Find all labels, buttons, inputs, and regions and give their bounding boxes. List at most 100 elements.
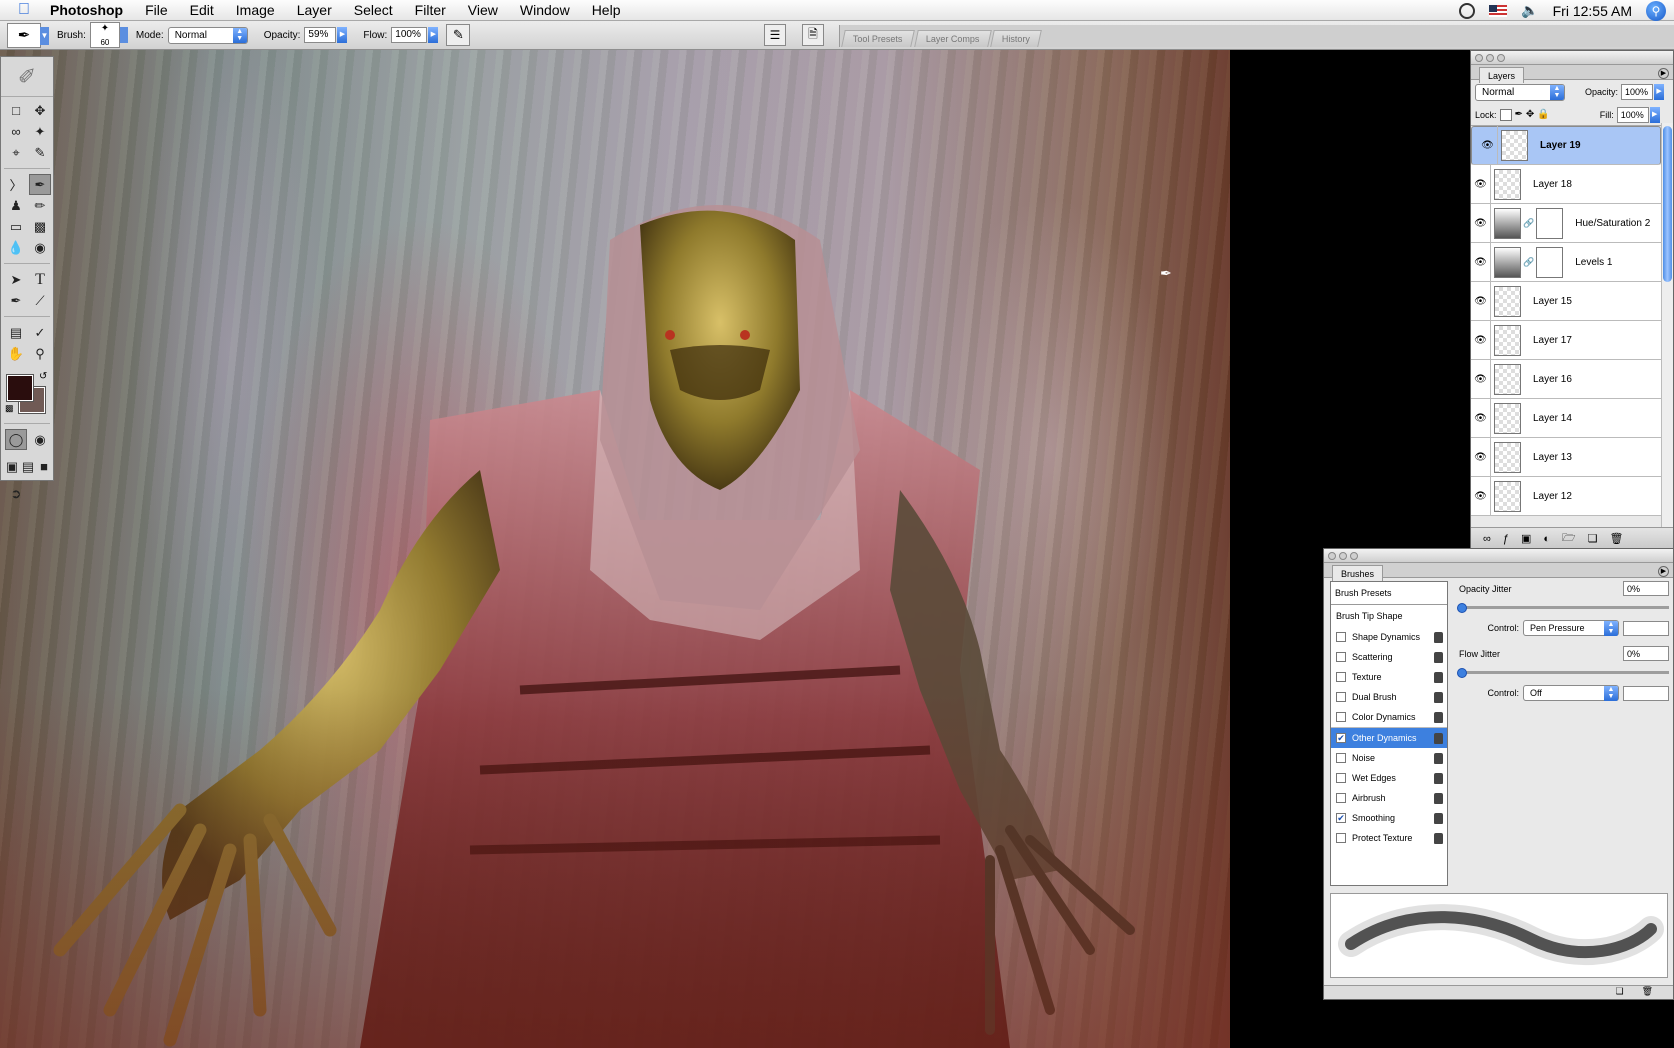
- scrollbar-thumb[interactable]: [1663, 126, 1672, 282]
- new-layer-icon[interactable]: ❏: [1588, 532, 1598, 545]
- lock-icon[interactable]: [1434, 832, 1443, 844]
- layer-opacity-field[interactable]: 100%: [1621, 84, 1654, 100]
- option-checkbox[interactable]: [1336, 672, 1346, 682]
- dodge-tool-icon[interactable]: ◉: [29, 237, 51, 258]
- magic-wand-tool-icon[interactable]: ✦: [29, 121, 51, 142]
- flow-slider-arrow[interactable]: ▶: [428, 27, 439, 43]
- option-checkbox[interactable]: [1336, 833, 1346, 843]
- visibility-eye-icon[interactable]: 👁: [1471, 281, 1491, 321]
- zoom-icon[interactable]: [1350, 552, 1358, 560]
- menu-layer[interactable]: Layer: [286, 0, 343, 21]
- menu-window[interactable]: Window: [509, 0, 581, 21]
- input-flag-icon[interactable]: [1489, 4, 1508, 17]
- lock-icon[interactable]: [1434, 671, 1443, 683]
- brush-option-item[interactable]: Color Dynamics: [1331, 707, 1447, 727]
- well-tab-tool-presets[interactable]: Tool Presets: [841, 30, 915, 47]
- lock-icon[interactable]: [1434, 792, 1443, 804]
- visibility-eye-icon[interactable]: 👁: [1471, 242, 1491, 282]
- airbrush-toggle[interactable]: ✎: [446, 24, 471, 46]
- menu-help[interactable]: Help: [581, 0, 632, 21]
- eyedropper-tool-icon[interactable]: ✓: [29, 322, 51, 343]
- jump-to-imageready-icon[interactable]: ➲: [5, 483, 27, 504]
- visibility-eye-icon[interactable]: 👁: [1471, 359, 1491, 399]
- menu-file[interactable]: File: [134, 0, 179, 21]
- lock-icon[interactable]: [1434, 711, 1443, 723]
- lock-icon[interactable]: [1434, 691, 1443, 703]
- notes-tool-icon[interactable]: ▤: [5, 322, 27, 343]
- quick-mask-mode-icon[interactable]: ◉: [29, 429, 51, 450]
- well-tab-layer-comps[interactable]: Layer Comps: [913, 30, 991, 47]
- hand-tool-icon[interactable]: ✋: [5, 343, 27, 364]
- opacity-control-select[interactable]: Pen Pressure ▲ ▼: [1523, 620, 1619, 636]
- brush-tip-shape-item[interactable]: Brush Tip Shape: [1331, 605, 1447, 627]
- option-checkbox[interactable]: [1336, 712, 1346, 722]
- flow-field[interactable]: 100%: [391, 27, 428, 43]
- well-tab-history[interactable]: History: [990, 30, 1042, 47]
- brush-option-item[interactable]: ✔ Smoothing: [1331, 808, 1447, 828]
- visibility-eye-icon[interactable]: 👁: [1471, 164, 1491, 204]
- lock-icon[interactable]: [1434, 752, 1443, 764]
- screen-mode-standard-icon[interactable]: ▣: [5, 456, 19, 477]
- gradient-tool-icon[interactable]: ▩: [29, 216, 51, 237]
- option-checkbox[interactable]: [1336, 632, 1346, 642]
- lock-icon[interactable]: [1434, 732, 1443, 744]
- brush-option-item[interactable]: Noise: [1331, 748, 1447, 768]
- menu-select[interactable]: Select: [343, 0, 404, 21]
- visibility-eye-icon[interactable]: 👁: [1471, 398, 1491, 438]
- brush-option-item[interactable]: Protect Texture: [1331, 828, 1447, 848]
- layer-row[interactable]: 👁 Layer 12: [1471, 476, 1661, 516]
- layer-row[interactable]: 👁 Layer 15: [1471, 281, 1661, 321]
- brush-picker[interactable]: ✦ 60: [89, 22, 128, 48]
- foreground-color-swatch[interactable]: [6, 374, 34, 402]
- swap-colors-icon[interactable]: ↺: [39, 371, 47, 382]
- lock-icon[interactable]: [1434, 651, 1443, 663]
- lock-icon[interactable]: [1434, 772, 1443, 784]
- file-browser-button[interactable]: 🗎: [802, 24, 824, 46]
- app-menu[interactable]: Photoshop: [48, 0, 134, 21]
- line-tool-icon[interactable]: ⟋: [29, 290, 51, 311]
- opacity-field[interactable]: 59%: [304, 27, 337, 43]
- slice-tool-icon[interactable]: ✎: [29, 142, 51, 163]
- chevron-down-icon[interactable]: ▼: [40, 26, 49, 45]
- new-brush-icon[interactable]: ❏: [1615, 986, 1623, 999]
- zoom-icon[interactable]: [1497, 54, 1505, 62]
- adjustment-layer-icon[interactable]: ◐: [1543, 533, 1550, 545]
- lock-position-icon[interactable]: ✥: [1526, 109, 1534, 120]
- mask-link-icon[interactable]: 🔗: [1523, 218, 1534, 229]
- blur-tool-icon[interactable]: 💧: [5, 237, 27, 258]
- marquee-tool-icon[interactable]: □: [5, 100, 27, 121]
- screen-mode-menu-icon[interactable]: ▤: [21, 456, 35, 477]
- spotlight-icon[interactable]: ⚲: [1646, 0, 1666, 21]
- move-tool-icon[interactable]: ✥: [29, 100, 51, 121]
- close-icon[interactable]: [1328, 552, 1336, 560]
- brush-option-item[interactable]: ✔ Other Dynamics: [1331, 728, 1447, 748]
- lock-image-icon[interactable]: ✒: [1515, 109, 1523, 120]
- lasso-tool-icon[interactable]: ∞: [5, 121, 27, 142]
- opacity-slider-arrow[interactable]: ▶: [337, 27, 348, 43]
- layer-row[interactable]: 👁 Layer 14: [1471, 398, 1661, 438]
- menu-filter[interactable]: Filter: [404, 0, 457, 21]
- option-checkbox[interactable]: [1336, 793, 1346, 803]
- option-checkbox[interactable]: ✔: [1336, 733, 1346, 743]
- zoom-tool-icon[interactable]: ⚲: [29, 343, 51, 364]
- lock-all-icon[interactable]: 🔒: [1537, 109, 1549, 120]
- visibility-eye-icon[interactable]: 👁: [1471, 320, 1491, 360]
- pen-tool-icon[interactable]: ✒: [5, 290, 27, 311]
- default-colors-icon[interactable]: ▩: [5, 403, 14, 414]
- time-machine-icon[interactable]: [1459, 2, 1476, 19]
- healing-brush-tool-icon[interactable]: 〉: [5, 174, 27, 195]
- layer-row[interactable]: 👁 Layer 18: [1471, 164, 1661, 204]
- menu-view[interactable]: View: [457, 0, 509, 21]
- brush-option-item[interactable]: Airbrush: [1331, 788, 1447, 808]
- flow-control-field[interactable]: [1623, 685, 1669, 701]
- screen-mode-full-icon[interactable]: ■: [37, 456, 51, 477]
- standard-mode-icon[interactable]: ◯: [5, 429, 27, 450]
- option-checkbox[interactable]: [1336, 773, 1346, 783]
- volume-icon[interactable]: 🔈: [1521, 2, 1538, 19]
- brush-tool-icon[interactable]: ✒: [29, 174, 51, 195]
- palette-menu-icon[interactable]: ▶: [1658, 566, 1669, 577]
- tab-brushes[interactable]: Brushes: [1332, 565, 1384, 581]
- trash-icon[interactable]: 🗑: [1610, 532, 1624, 545]
- blend-mode-select[interactable]: Normal ▲ ▼: [1475, 83, 1565, 101]
- brush-presets-item[interactable]: Brush Presets: [1331, 582, 1447, 605]
